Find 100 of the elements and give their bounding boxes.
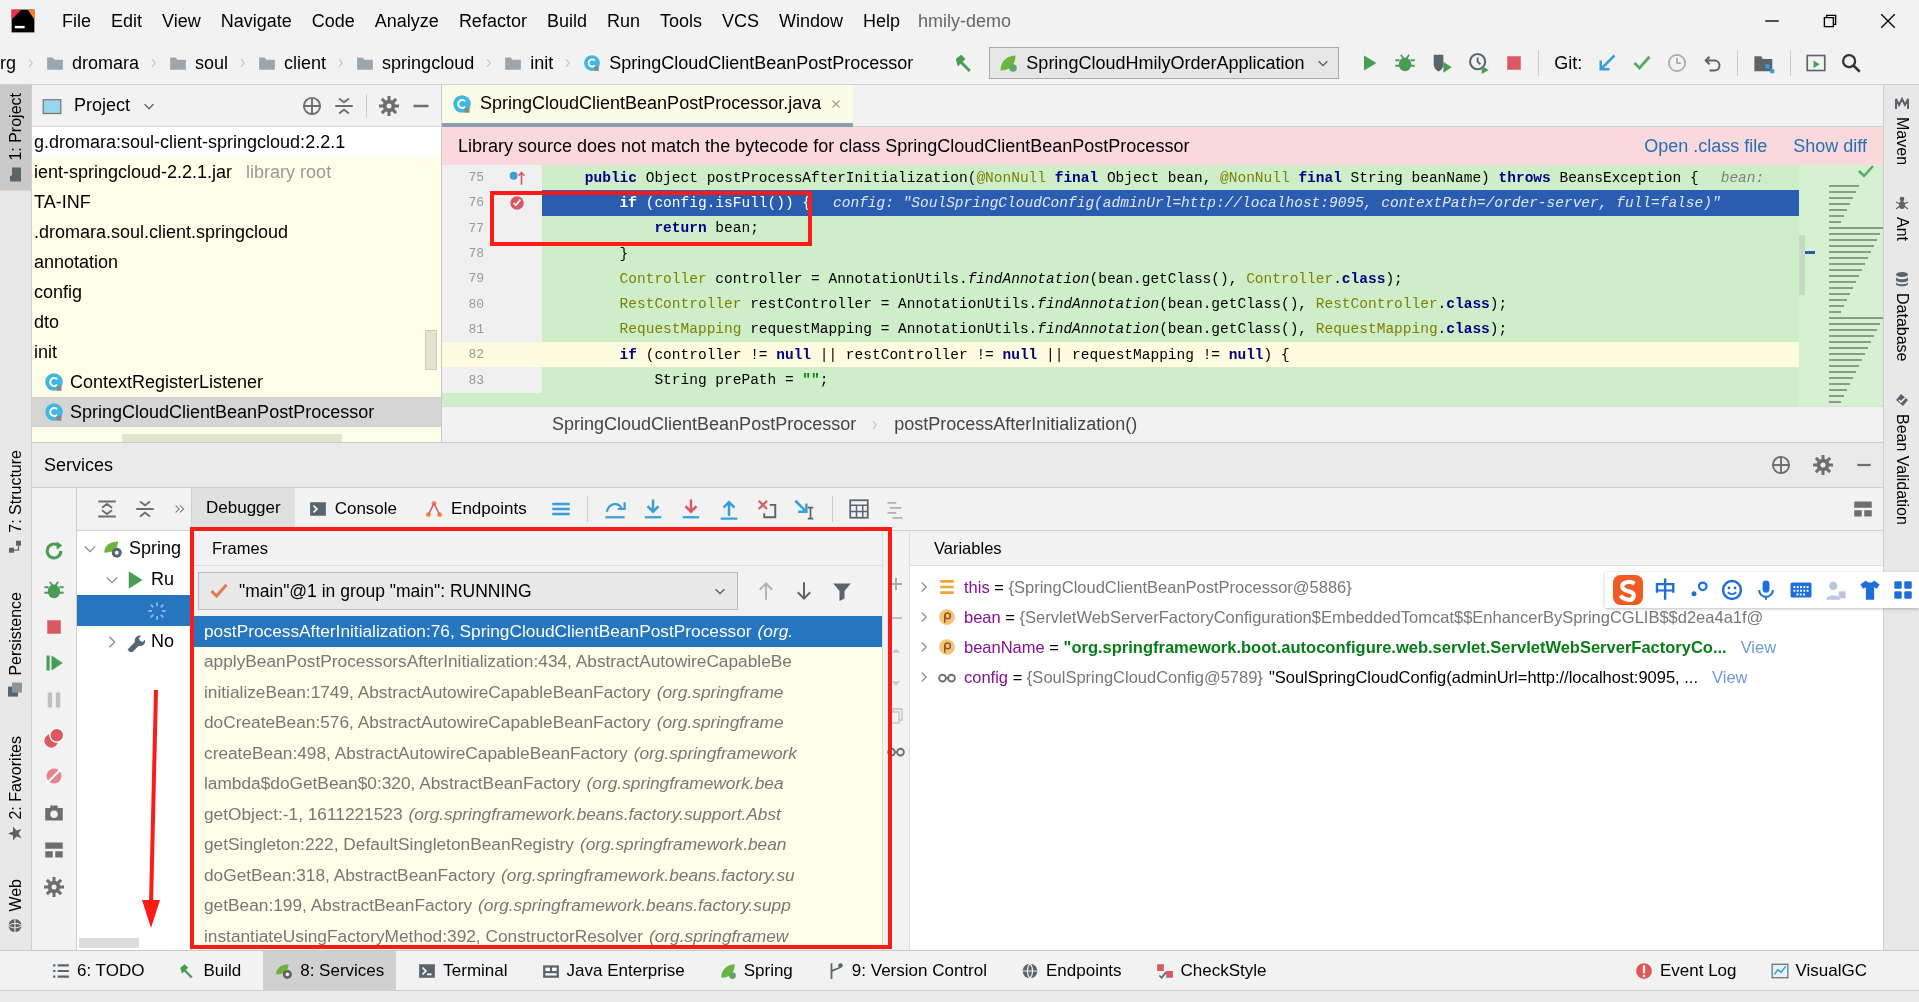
- override-icon[interactable]: [508, 168, 526, 187]
- editor-tab[interactable]: SpringCloudClientBeanPostProcessor.java: [442, 85, 854, 127]
- mute-breakpoints-icon[interactable]: [44, 766, 64, 786]
- close-icon[interactable]: [1879, 12, 1897, 30]
- breadcrumb[interactable]: rg: [0, 52, 16, 74]
- tree-item[interactable]: SpringCloudClientBeanPostProcessor: [32, 397, 441, 427]
- tree-item[interactable]: annotation: [32, 247, 441, 277]
- menu-item[interactable]: Edit: [101, 0, 153, 42]
- settings-icon[interactable]: [379, 95, 399, 116]
- menu-item[interactable]: File: [52, 0, 101, 42]
- microphone-icon[interactable]: [1755, 579, 1777, 601]
- tool-window-tab[interactable]: Persistence: [0, 584, 31, 706]
- tool-window-button[interactable]: Endpoints: [1008, 951, 1134, 990]
- tool-window-tab[interactable]: 7: Structure: [0, 441, 31, 563]
- banner-link[interactable]: Open .class file: [1644, 135, 1768, 157]
- collapse-all-icon[interactable]: [135, 499, 155, 519]
- expand-all-icon[interactable]: [97, 499, 117, 519]
- stack-frame[interactable]: postProcessAfterInitialization:76, SpringCloudClientBeanPostProcessor (org.: [192, 616, 882, 647]
- filter-icon[interactable]: [832, 581, 852, 601]
- tree-item[interactable]: .dromara.soul.client.springcloud: [32, 217, 441, 247]
- breakpoint-icon[interactable]: [508, 193, 526, 212]
- profiler-icon[interactable]: [1468, 52, 1491, 74]
- breadcrumb[interactable]: postProcessAfterInitialization(): [894, 414, 1138, 435]
- collapse-icon[interactable]: [334, 95, 354, 116]
- more-icon[interactable]: [173, 502, 187, 516]
- history-icon[interactable]: [1667, 53, 1688, 73]
- project-view-dropdown[interactable]: Project: [42, 95, 157, 116]
- tool-window-button[interactable]: 9: Version Control: [814, 951, 999, 990]
- checkmark-icon[interactable]: [1632, 53, 1653, 73]
- smiley-icon[interactable]: [1721, 579, 1743, 601]
- layout-icon[interactable]: [44, 840, 64, 860]
- menu-item[interactable]: VCS: [712, 0, 769, 42]
- table-icon[interactable]: [848, 499, 869, 519]
- locate-icon[interactable]: [302, 95, 322, 116]
- debug-icon[interactable]: [1394, 52, 1417, 74]
- tool-window-button[interactable]: Spring: [706, 951, 805, 990]
- settings-icon[interactable]: [44, 877, 64, 897]
- breadcrumb[interactable]: client: [258, 52, 327, 74]
- stack-frame[interactable]: doCreateBean:576, AbstractAutowireCapableBeanFactory (org.springframe: [192, 707, 882, 738]
- tree-item[interactable]: No: [77, 626, 191, 657]
- breadcrumb[interactable]: SpringCloudClientBeanPostProcessor: [552, 414, 857, 435]
- menu-item[interactable]: Help: [853, 0, 911, 42]
- menu-item[interactable]: Run: [596, 0, 650, 42]
- menu-item[interactable]: Analyze: [364, 0, 449, 42]
- menu-item[interactable]: View: [152, 0, 211, 42]
- tool-window-tab[interactable]: Ant: [1884, 187, 1919, 250]
- menu-item[interactable]: Refactor: [448, 0, 537, 42]
- tree-item[interactable]: Ru: [77, 564, 191, 595]
- tool-window-button[interactable]: VisualGC: [1758, 951, 1879, 990]
- stop-icon[interactable]: [1505, 54, 1524, 72]
- tool-window-tab[interactable]: 1: Project: [0, 85, 31, 191]
- tree-item[interactable]: Spring: [77, 533, 191, 564]
- tree-item[interactable]: TA-INF: [32, 187, 441, 217]
- thread-dropdown[interactable]: "main"@1 in group "main": RUNNING: [198, 572, 738, 610]
- settings-icon[interactable]: [1813, 455, 1833, 475]
- menu-item[interactable]: Window: [769, 0, 854, 42]
- tree-item[interactable]: ContextRegisterListener: [32, 367, 441, 397]
- tool-window-tab[interactable]: Database: [1884, 263, 1919, 370]
- tree-item[interactable]: init: [32, 337, 441, 367]
- layout-icon[interactable]: [1853, 499, 1873, 519]
- stack-frame[interactable]: getBean:199, AbstractBeanFactory (org.springframework.beans.factory.supp: [192, 890, 882, 921]
- menu-item[interactable]: Tools: [649, 0, 712, 42]
- banner-link[interactable]: Show diff: [1793, 135, 1867, 157]
- tool-window-button[interactable]: Terminal: [406, 951, 520, 990]
- input-mode-toggle[interactable]: 中: [1655, 575, 1677, 605]
- debugger-tab[interactable]: Console: [294, 487, 412, 531]
- locate-icon[interactable]: [1771, 455, 1791, 475]
- arrow-icon[interactable]: [1597, 53, 1618, 73]
- undo-icon[interactable]: [1702, 53, 1723, 73]
- breadcrumb[interactable]: init: [504, 52, 554, 74]
- tree-item[interactable]: config: [32, 277, 441, 307]
- breakpoints-icon[interactable]: [43, 727, 65, 749]
- tool-window-tab[interactable]: Web: [0, 871, 31, 942]
- tool-window-button[interactable]: 6: TODO: [40, 951, 157, 990]
- menu-item[interactable]: Navigate: [210, 0, 302, 42]
- stack-frame[interactable]: getObject:-1, 1611221523 (org.springframework.beans.factory.support.Abst: [192, 799, 882, 830]
- debugger-tab[interactable]: Endpoints: [411, 487, 541, 531]
- menu-item[interactable]: Build: [536, 0, 597, 42]
- input-method-logo-icon[interactable]: [1613, 575, 1643, 605]
- breadcrumb[interactable]: SpringCloudClientBeanPostProcessor: [583, 52, 914, 74]
- tree-item[interactable]: dto: [32, 307, 441, 337]
- run-to-cursor-icon[interactable]: [793, 498, 816, 520]
- breadcrumb[interactable]: dromara: [46, 52, 140, 74]
- stack-frame[interactable]: lambda$doGetBean$0:320, AbstractBeanFactory (org.springframework.bea: [192, 768, 882, 799]
- drop-frame-icon[interactable]: [755, 498, 778, 520]
- breadcrumb[interactable]: springcloud: [356, 52, 475, 74]
- restore-icon[interactable]: [1821, 12, 1839, 30]
- grid-icon[interactable]: [1893, 580, 1913, 600]
- debug-icon[interactable]: [43, 579, 65, 601]
- tool-window-button[interactable]: Build: [166, 951, 254, 990]
- tool-window-button[interactable]: Event Log: [1622, 951, 1749, 990]
- window-icon[interactable]: [1806, 53, 1827, 73]
- tree-item[interactable]: ient-springcloud-2.2.1.jar library root: [32, 157, 441, 187]
- tool-window-button[interactable]: 8: Services: [263, 951, 397, 990]
- stack-frame[interactable]: createBean:498, AbstractAutowireCapableBeanFactory (org.springframework: [192, 738, 882, 769]
- stop-icon[interactable]: [45, 618, 63, 636]
- camera-icon[interactable]: [44, 803, 64, 823]
- tree-item[interactable]: g.dromara:soul-client-springcloud:2.2.1: [32, 127, 441, 157]
- coverage-icon[interactable]: [1431, 52, 1454, 74]
- tool-window-tab[interactable]: 2: Favorites: [0, 727, 31, 850]
